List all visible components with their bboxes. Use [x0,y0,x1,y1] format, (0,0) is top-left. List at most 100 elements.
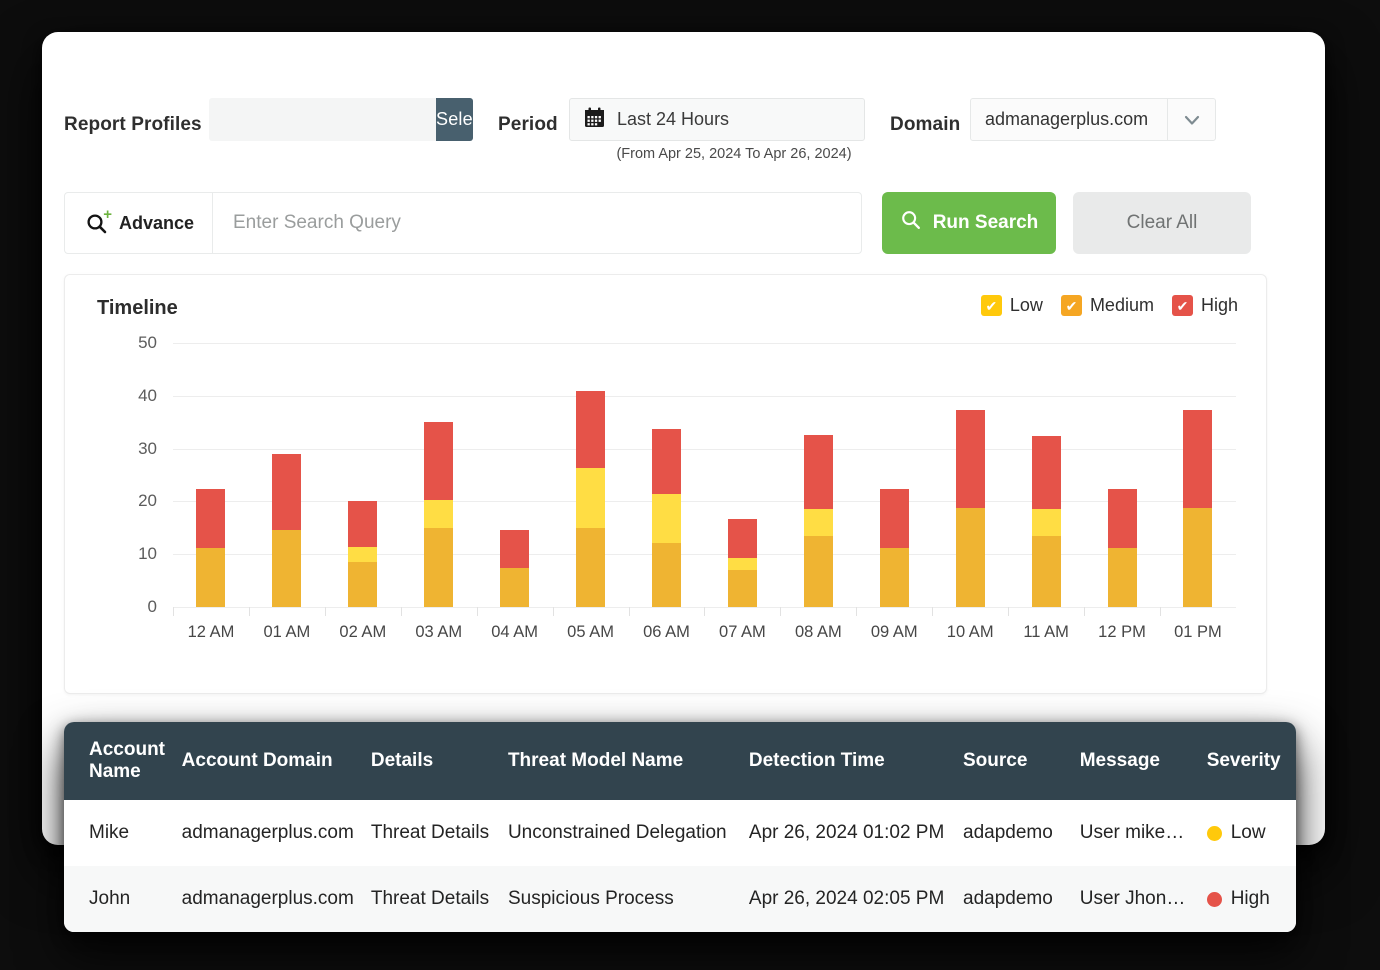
chevron-down-icon[interactable] [1167,99,1215,140]
stacked-bar[interactable] [879,488,909,607]
bar-segment-high[interactable] [1107,488,1137,548]
bar-segment-medium[interactable] [955,507,985,607]
stacked-bar[interactable] [576,390,606,607]
column-header-message[interactable]: Message [1079,722,1207,800]
advance-search-icon: + [85,207,112,235]
bar-segment-medium[interactable] [196,547,226,607]
bar-segment-high[interactable] [651,429,681,494]
bar-segment-medium[interactable] [727,570,757,607]
search-query-input[interactable] [213,193,861,253]
bar-segment-low[interactable] [576,468,606,528]
column-header-source[interactable]: Source [963,722,1080,800]
bar-segment-high[interactable] [1031,435,1061,509]
legend-item-medium[interactable]: ✔ Medium [1060,295,1154,316]
filter-bar: Report Profiles Select Period [42,32,1325,162]
severity-label: High [1230,888,1270,909]
bar-segment-high[interactable] [500,530,530,569]
cell-details[interactable]: Threat Details [370,866,508,932]
bar-segment-medium[interactable] [424,527,454,607]
checkbox-medium[interactable]: ✔ [1060,295,1082,316]
bar-segment-medium[interactable] [272,529,302,607]
x-axis-label: 09 AM [870,623,918,641]
stacked-bar[interactable] [651,429,681,607]
chart-x-axis: 12 AM 01 AM 02 AM 03 AM 04 AM 05 AM 06 AM 07 AM… [173,623,1236,642]
bar-segment-medium[interactable] [651,542,681,607]
legend-item-high[interactable]: ✔ High [1171,295,1238,316]
report-profile-input[interactable] [209,98,436,141]
bar-segment-medium[interactable] [500,568,530,607]
y-axis-tick-label: 10 [138,544,157,564]
chart-plot-area: 0 10 20 30 40 50 [138,333,1236,616]
bar-segment-medium[interactable] [1183,507,1213,607]
bar-slot [628,343,705,616]
cell-account-domain: admanagerplus.com [171,800,371,866]
stacked-bar[interactable] [803,435,833,607]
bar-segment-high[interactable] [879,488,909,548]
bar-segment-medium[interactable] [879,547,909,607]
stacked-bar[interactable] [272,453,302,607]
bar-segment-high[interactable] [1183,410,1213,508]
x-axis-label: 01 AM [263,623,311,641]
stacked-bar[interactable] [500,530,530,607]
bar-segment-low[interactable] [424,499,454,528]
advance-search-button[interactable]: + Advance [65,193,213,253]
chart-legend: ✔ Low ✔ Medium ✔ High [980,295,1238,316]
stacked-bar[interactable] [727,519,757,607]
bar-segment-high[interactable] [955,410,985,508]
column-header-account-domain[interactable]: Account Domain [171,722,371,800]
bar-segment-high[interactable] [424,422,454,500]
y-axis-tick-label: 20 [138,491,157,511]
clear-all-button[interactable]: Clear All [1073,192,1251,254]
y-axis-tick-label: 50 [138,333,157,352]
bar-segment-high[interactable] [727,519,757,558]
stacked-bar[interactable] [348,501,378,607]
stacked-bar[interactable] [955,410,985,607]
legend-item-low[interactable]: ✔ Low [980,295,1043,316]
domain-select[interactable]: admanagerplus.com [970,98,1216,141]
bar-segment-high[interactable] [196,489,226,548]
stacked-bar[interactable] [1031,435,1061,607]
x-axis-label: 03 AM [415,623,463,641]
table-row[interactable]: John admanagerplus.com Threat Details Suspi… [64,866,1296,932]
stacked-bar[interactable] [1183,410,1213,607]
bar-segment-medium[interactable] [348,562,378,607]
bar-segment-medium[interactable] [803,536,833,607]
bar-slot [173,343,249,616]
select-profile-button[interactable]: Select [436,98,473,141]
cell-details[interactable]: Threat Details [370,800,508,866]
stacked-bar[interactable] [1107,488,1137,607]
bar-segment-medium[interactable] [576,527,606,607]
bar-segment-low[interactable] [727,557,757,571]
checkbox-low[interactable]: ✔ [980,295,1002,316]
bar-segment-high[interactable] [272,453,302,530]
bar-segment-medium[interactable] [1031,536,1061,607]
column-header-detection-time[interactable]: Detection Time [748,722,963,800]
checkbox-high[interactable]: ✔ [1171,295,1193,316]
x-axis-label: 07 AM [719,623,766,641]
bar-slot [324,343,401,616]
bar-segment-medium[interactable] [1107,547,1137,607]
period-field[interactable]: Last 24 Hours [569,98,865,141]
cell-account-domain: admanagerplus.com [171,866,371,932]
bar-slot [400,343,477,616]
x-axis-label: 10 AM [946,623,994,641]
bar-segment-high[interactable] [348,501,378,547]
bar-segment-low[interactable] [1031,508,1061,537]
column-header-threat-model[interactable]: Threat Model Name [507,722,749,800]
x-axis-label: 08 AM [794,623,842,641]
table-row[interactable]: Mike admanagerplus.com Threat Details Uncon… [64,800,1296,866]
column-header-severity[interactable]: Severity [1206,722,1296,800]
stacked-bar[interactable] [196,489,226,607]
bar-slot [248,343,325,616]
bar-segment-low[interactable] [803,508,833,537]
bar-segment-high[interactable] [576,390,606,469]
x-axis-label: 12 PM [1098,623,1146,641]
severity-dot-icon [1206,891,1222,907]
column-header-details[interactable]: Details [370,722,508,800]
bar-segment-low[interactable] [651,493,681,543]
run-search-button[interactable]: Run Search [882,192,1056,254]
bar-segment-high[interactable] [803,435,833,509]
bar-segment-low[interactable] [348,546,378,563]
column-header-account-name[interactable]: Account Name [64,722,172,800]
stacked-bar[interactable] [424,422,454,607]
